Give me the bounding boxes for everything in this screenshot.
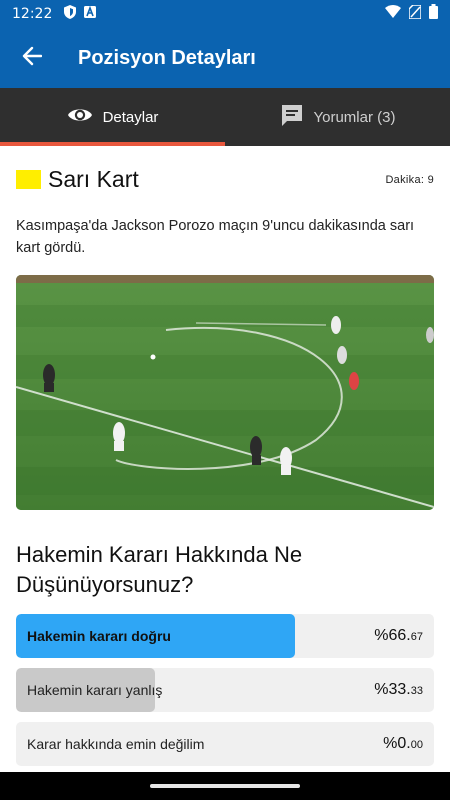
poll-option-correct[interactable]: Hakemin kararı doğru %66.67: [16, 614, 434, 658]
poll-option-unsure[interactable]: Karar hakkında emin değilim %0.00: [16, 722, 434, 766]
event-description: Kasımpaşa'da Jackson Porozo maçın 9'uncu…: [16, 218, 415, 256]
poll-option-wrong[interactable]: Hakemin kararı yanlış %33.33: [16, 668, 434, 712]
arrow-back-icon: [22, 46, 43, 71]
percent-main: %66.: [374, 627, 411, 644]
poll-option-label: Karar hakkında emin değilim: [27, 736, 205, 752]
details-content: Sarı Kart Dakika: 9 Kasımpaşa'da Jackson…: [0, 146, 450, 772]
yellow-card-icon: [16, 170, 41, 189]
battery-icon: [429, 4, 438, 24]
no-sim-icon: [408, 3, 422, 24]
system-nav-bar: [0, 772, 450, 800]
status-bar: 12:22: [0, 0, 450, 28]
event-title: Sarı Kart: [48, 166, 139, 192]
wifi-icon: [385, 5, 401, 23]
poll-option-percent: %33.33: [374, 668, 423, 712]
poll-question: Hakemin Kararı Hakkında Ne Düşünüyorsunu…: [16, 542, 303, 597]
home-handle[interactable]: [150, 784, 300, 788]
app-bar: Pozisyon Detayları: [0, 28, 450, 88]
poll-option-percent: %0.00: [383, 722, 423, 766]
tab-comments[interactable]: Yorumlar (3): [225, 88, 450, 146]
percent-main: %33.: [374, 681, 411, 698]
percent-decimal: 00: [410, 739, 423, 751]
event-minute: Dakika: 9: [385, 173, 434, 186]
page-title: Pozisyon Detayları: [78, 46, 256, 69]
tab-bar: Detaylar Yorumlar (3): [0, 88, 450, 146]
back-button[interactable]: [4, 30, 60, 86]
percent-main: %0.: [383, 735, 411, 752]
a-badge-icon: [84, 5, 97, 23]
poll-option-percent: %66.67: [374, 614, 423, 658]
comment-icon: [280, 103, 304, 131]
eye-icon: [67, 106, 93, 128]
poll-options: Hakemin kararı doğru %66.67 Hakemin kara…: [0, 600, 450, 766]
status-time: 12:22: [12, 6, 53, 22]
tab-comments-label: Yorumlar (3): [313, 108, 396, 126]
percent-decimal: 67: [410, 631, 423, 643]
event-header: Sarı Kart Dakika: 9: [0, 146, 450, 193]
tab-details[interactable]: Detaylar: [0, 88, 225, 146]
percent-decimal: 33: [410, 685, 423, 697]
poll-option-label: Hakemin kararı doğru: [27, 628, 171, 644]
poll-option-label: Hakemin kararı yanlış: [27, 682, 163, 698]
tab-details-label: Detaylar: [102, 108, 159, 126]
shield-icon: [64, 4, 77, 24]
video-thumbnail[interactable]: [16, 275, 434, 510]
